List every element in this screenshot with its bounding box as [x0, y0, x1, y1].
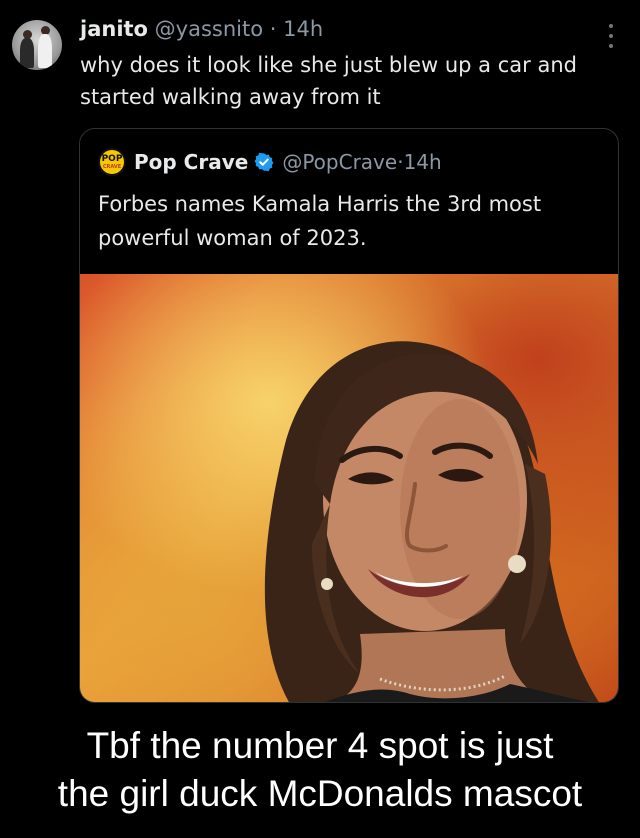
author-avatar[interactable]: [12, 20, 62, 70]
quoted-author-handle[interactable]: @PopCrave: [282, 150, 397, 174]
portrait-illustration: [264, 341, 599, 702]
author-name[interactable]: janito: [80, 17, 148, 41]
logo-text-top: POP: [101, 153, 123, 164]
tweet-text: why does it look like she just blew up a…: [80, 53, 577, 109]
quoted-tweet-header: POP CRAVE Pop Crave @PopCrave · 14h: [98, 147, 442, 177]
pop-crave-logo-icon[interactable]: POP CRAVE: [98, 148, 126, 176]
avatar-figure: [38, 34, 52, 68]
caption-line: the girl duck McDonalds mascot: [57, 773, 583, 814]
logo-text-bottom: CRAVE: [102, 163, 122, 170]
post-time[interactable]: 14h: [283, 17, 323, 41]
verified-badge-icon: [254, 152, 274, 172]
avatar-figure: [20, 38, 34, 68]
tweet-header: janito @yassnito · 14h: [80, 15, 323, 43]
quoted-tweet-card[interactable]: POP CRAVE Pop Crave @PopCrave · 14h Forb…: [79, 128, 619, 703]
quoted-post-time[interactable]: 14h: [404, 150, 442, 174]
meme-caption: Tbf the number 4 spot is just the girl d…: [0, 722, 640, 818]
caption-line: Tbf the number 4 spot is just: [86, 725, 554, 766]
quoted-author-name[interactable]: Pop Crave: [134, 150, 248, 174]
quoted-tweet-text: Forbes names Kamala Harris the 3rd most …: [98, 192, 542, 250]
more-vertical-icon[interactable]: [608, 24, 614, 48]
separator-dot: ·: [269, 17, 277, 41]
author-handle[interactable]: @yassnito: [155, 17, 263, 41]
quoted-tweet-photo[interactable]: [80, 274, 618, 702]
